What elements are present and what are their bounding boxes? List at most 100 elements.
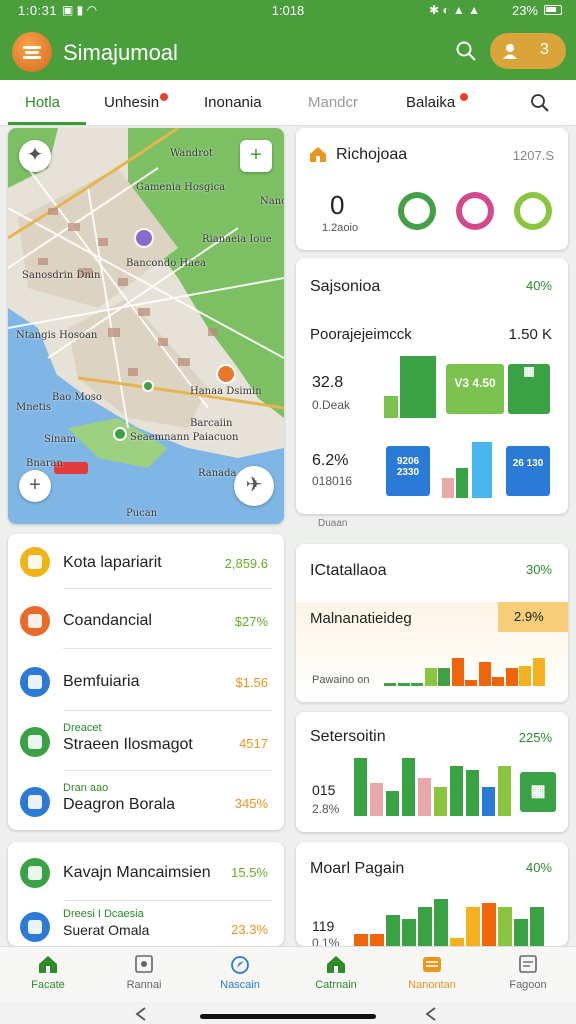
account-pill[interactable]: 3 xyxy=(490,33,566,69)
battery-text: 23% xyxy=(511,3,538,18)
summary-card[interactable]: Richojoaa 1207.S 0 1.2aoio xyxy=(296,128,568,250)
list-item[interactable]: Dran aao Deagron Borala 345% xyxy=(8,774,284,830)
stats-card[interactable]: Sajsonioa 40% Poorajejeimcck 1.50 K 32.8… xyxy=(296,258,568,514)
add-place-button[interactable]: + xyxy=(19,470,51,502)
stats-sub-b: 018016 xyxy=(312,474,353,488)
list-item[interactable]: Coandancial $27% xyxy=(8,592,284,652)
list-item-value: $1.56 xyxy=(235,675,268,690)
bar xyxy=(418,907,432,946)
trend-caption: Pawaino on xyxy=(312,674,370,686)
wallet-icon xyxy=(423,957,441,972)
nav-item-rannai[interactable]: Rannai xyxy=(96,953,192,991)
map-label: Gamenia Hosgica xyxy=(136,182,226,193)
list-item-value: 345% xyxy=(234,796,268,811)
mixed-card[interactable]: Moarl Pagain 40% 119 0.1% xyxy=(296,842,568,946)
nav-item-catrnain[interactable]: Catrnain xyxy=(288,953,384,991)
compass-icon: ✦ xyxy=(26,144,44,166)
menu-button[interactable] xyxy=(12,32,52,72)
summary-date: 1207.S xyxy=(512,148,554,163)
list-item-label: Bemfuiaria xyxy=(63,673,140,690)
list-item-label: Coandancial xyxy=(63,612,152,629)
mixed-value: 119 xyxy=(312,918,335,934)
bar xyxy=(354,758,367,816)
nav-item-fagoon[interactable]: Fagoon xyxy=(480,953,576,991)
tab-mandcr[interactable]: Mandcr xyxy=(308,94,358,111)
mixed-sub: 0.1% xyxy=(312,936,340,946)
bar xyxy=(434,787,447,816)
nav-item-facate[interactable]: Facate xyxy=(0,953,96,991)
bar xyxy=(482,787,495,816)
system-navigation-bar xyxy=(0,1002,576,1024)
map-label: Ranada xyxy=(198,468,237,479)
list-item[interactable]: Kota lapariarit 2,859.6 xyxy=(8,534,284,594)
recents-icon[interactable] xyxy=(424,1006,438,1022)
back-icon[interactable] xyxy=(134,1006,148,1022)
stats-sub-a: 0.Deak xyxy=(312,398,351,412)
bar xyxy=(498,907,512,946)
bar xyxy=(482,903,496,946)
globe-icon xyxy=(20,912,50,942)
list-item-sub: Dreacet xyxy=(63,722,102,734)
progress-ring xyxy=(514,192,552,230)
list-item-label: Suerat Omala xyxy=(63,922,150,938)
bars-sub: 2.8% xyxy=(312,802,340,816)
home-indicator[interactable] xyxy=(200,1014,376,1019)
map-label: Nanc xyxy=(260,196,284,207)
document-icon xyxy=(519,955,537,973)
bar xyxy=(402,758,415,816)
nav-label: Catrnain xyxy=(315,979,357,991)
map-label: Hanaa Dsimin xyxy=(190,386,262,397)
stats-value-a: 32.8 xyxy=(312,374,344,391)
list-item-value: 4517 xyxy=(239,736,268,751)
bar xyxy=(451,658,464,686)
tab-unhesin[interactable]: Unhesin xyxy=(104,94,159,111)
bar xyxy=(450,938,464,946)
navigation-icon: ✈ xyxy=(245,474,263,496)
bars-bar-chart xyxy=(354,756,514,816)
tab-balaika[interactable]: Balaika xyxy=(406,94,455,111)
locate-button[interactable]: ✈ xyxy=(234,466,274,506)
bar xyxy=(456,468,468,498)
grid-icon: ▦ xyxy=(520,772,556,812)
nav-item-nanontan[interactable]: Nanontan xyxy=(384,953,480,991)
map-card[interactable]: Wandrot Gamenia Hosgica Nanc Rianaeia Io… xyxy=(8,128,284,524)
list-item[interactable]: Bemfuiaria $1.56 xyxy=(8,652,284,712)
list-item[interactable]: Dreesi I Dcaesia Suerat Omala 23.3% xyxy=(8,902,284,946)
coin-icon xyxy=(20,547,50,577)
zoom-in-button[interactable]: + xyxy=(240,140,272,172)
nav-label: Fagoon xyxy=(509,979,547,991)
tab-unhesin-badge xyxy=(160,93,168,101)
compass-button[interactable]: ✦ xyxy=(19,140,51,172)
search-icon[interactable] xyxy=(455,40,477,62)
tab-search-icon[interactable] xyxy=(530,93,550,113)
map-label: Bnaran xyxy=(26,458,63,469)
compass-icon xyxy=(231,956,249,974)
stats-title: Sajsonioa xyxy=(310,278,381,295)
bar xyxy=(466,907,480,946)
stats-tile: V3 4.50 xyxy=(446,364,504,414)
nav-item-nascain[interactable]: Nascain xyxy=(192,953,288,991)
bar xyxy=(434,899,448,946)
trend-title: ICtatallaoa xyxy=(310,562,387,579)
stats-mini-chart xyxy=(442,442,494,498)
menu-icon xyxy=(23,46,41,49)
nav-label: Rannai xyxy=(126,979,162,991)
map-label: Barcaiin xyxy=(190,418,233,429)
bar xyxy=(370,934,384,946)
bar xyxy=(442,478,454,498)
tab-hotla[interactable]: Hotla xyxy=(25,94,60,111)
bars-card[interactable]: Setersoitin 225% 015 2.8% ▦ xyxy=(296,712,568,832)
map-label: Bancondo Haea xyxy=(126,258,206,269)
tab-inonania[interactable]: Inonania xyxy=(204,94,262,111)
list-item[interactable]: Dreacet Straeen Ilosmagot 4517 xyxy=(8,714,284,774)
battery-icon xyxy=(544,5,562,15)
map-label: Mnetis xyxy=(16,402,51,413)
list-item-value: 23.3% xyxy=(231,922,268,937)
list-item[interactable]: Kavajn Mancaimsien 15.5% xyxy=(8,842,284,902)
list-item-label: Kota lapariarit xyxy=(63,554,162,571)
trend-card[interactable]: ICtatallaoa 30% Malnanatieideg 2.9% Pawa… xyxy=(296,544,568,702)
secondary-list-card: Kavajn Mancaimsien 15.5% Dreesi I Dcaesi… xyxy=(8,842,284,946)
bar xyxy=(532,658,545,686)
user-icon xyxy=(503,44,517,59)
bar xyxy=(472,442,492,498)
